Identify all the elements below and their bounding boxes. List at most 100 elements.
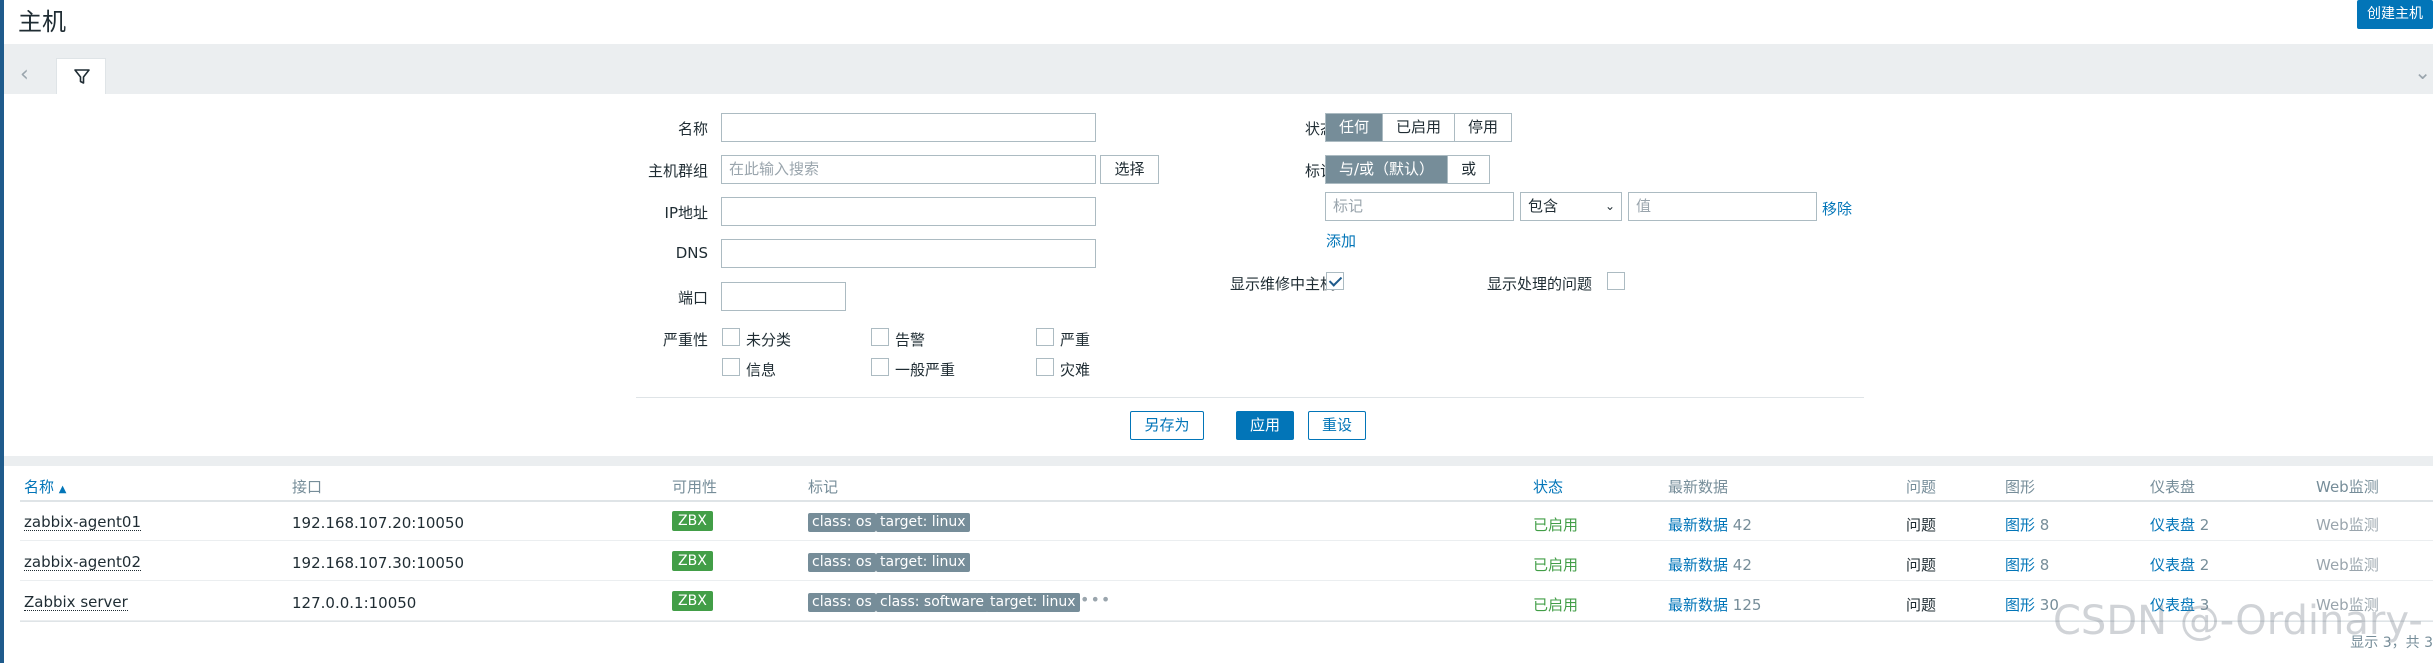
column-header-name[interactable]: 名称 ▲ — [24, 476, 67, 497]
latest-data-cell[interactable]: 最新数据 42 — [1668, 514, 1752, 535]
status-link[interactable]: 已启用 — [1533, 594, 1578, 615]
table-header: 名称 ▲ 接口 可用性 标记 状态 最新数据 问题 图形 仪表盘 Web监测 — [20, 466, 2433, 502]
chevron-down-icon: ⌄ — [1604, 199, 1615, 213]
host-name-link[interactable]: zabbix-agent02 — [24, 554, 141, 571]
tag-badge[interactable]: target: linux — [876, 553, 970, 572]
problems-link[interactable]: 问题 — [1906, 594, 1936, 615]
status-label: 状态 — [1304, 120, 1335, 138]
show-maintenance-label: 显示维修中主机 — [1229, 275, 1335, 293]
severity-checkbox-warning[interactable] — [871, 328, 889, 346]
column-header-dashboards: 仪表盘 — [2150, 478, 2196, 496]
host-interface: 192.168.107.20:10050 — [292, 514, 465, 532]
status-segmented: 任何 已启用 停用 — [1325, 113, 1513, 142]
severity-label-disaster: 灾难 — [1060, 361, 1091, 379]
severity-checkbox-high[interactable] — [1036, 328, 1054, 346]
column-header-graphs: 图形 — [2005, 478, 2036, 496]
save-as-button[interactable]: 另存为 — [1130, 411, 1204, 440]
remove-tag-link[interactable]: 移除 — [1822, 198, 1852, 219]
port-label: 端口 — [677, 289, 708, 307]
status-link[interactable]: 已启用 — [1533, 514, 1578, 535]
apply-button[interactable]: 应用 — [1236, 411, 1294, 440]
host-interface: 127.0.0.1:10050 — [292, 594, 417, 612]
severity-checkbox-not-classified[interactable] — [722, 328, 740, 346]
column-header-latest-data: 最新数据 — [1668, 478, 1729, 496]
show-maintenance-checkbox[interactable] — [1326, 272, 1344, 290]
chevron-left-icon[interactable]: ‹ — [20, 62, 29, 87]
select-groups-button[interactable]: 选择 — [1100, 155, 1159, 184]
tag-badge[interactable]: target: linux — [986, 593, 1080, 612]
availability-badge[interactable]: ZBX — [672, 511, 713, 531]
tag-badge[interactable]: class: os — [808, 593, 876, 612]
section-gap — [4, 456, 2433, 466]
tag-mode-or[interactable]: 或 — [1447, 156, 1490, 183]
status-option-disabled[interactable]: 停用 — [1454, 114, 1512, 141]
tag-badge[interactable]: class: os — [808, 553, 876, 572]
more-tags-icon[interactable]: ••• — [1080, 590, 1111, 609]
severity-checkbox-disaster[interactable] — [1036, 358, 1054, 376]
page-header: 主机 创建主机 — [4, 0, 2433, 41]
show-suppressed-label: 显示处理的问题 — [1486, 275, 1592, 293]
tag-mode-segmented: 与/或（默认） 或 — [1325, 155, 1491, 184]
severity-label-not-classified: 未分类 — [746, 331, 792, 349]
status-option-any[interactable]: 任何 — [1326, 114, 1383, 141]
problems-link[interactable]: 问题 — [1906, 514, 1936, 535]
web-monitoring-cell: Web监测 — [2316, 556, 2379, 574]
name-input[interactable] — [721, 113, 1096, 142]
column-header-status[interactable]: 状态 — [1533, 476, 1563, 497]
page-title: 主机 — [18, 8, 66, 36]
graphs-cell[interactable]: 图形 8 — [2005, 514, 2049, 535]
tag-mode-and-or[interactable]: 与/或（默认） — [1326, 156, 1448, 183]
tag-operator-select[interactable]: 包含 ⌄ — [1520, 192, 1622, 221]
dashboards-cell[interactable]: 仪表盘 2 — [2150, 554, 2209, 575]
tag-operator-value: 包含 — [1528, 197, 1559, 215]
tag-value-input[interactable]: 值 — [1628, 192, 1817, 221]
dashboards-cell[interactable]: 仪表盘 2 — [2150, 514, 2209, 535]
host-interface: 192.168.107.30:10050 — [292, 554, 465, 572]
availability-badge[interactable]: ZBX — [672, 591, 713, 611]
filter-tab-bar — [4, 44, 2433, 94]
graphs-cell[interactable]: 图形 8 — [2005, 554, 2049, 575]
filter-tab[interactable] — [56, 58, 106, 94]
latest-data-cell[interactable]: 最新数据 42 — [1668, 554, 1752, 575]
sort-asc-icon: ▲ — [58, 484, 67, 495]
host-name-link[interactable]: Zabbix server — [24, 594, 128, 611]
severity-label: 严重性 — [662, 331, 708, 349]
latest-data-cell[interactable]: 最新数据 125 — [1668, 594, 1761, 615]
port-input[interactable] — [721, 282, 846, 311]
web-monitoring-cell: Web监测 — [2316, 516, 2379, 534]
status-link[interactable]: 已启用 — [1533, 554, 1578, 575]
problems-link[interactable]: 问题 — [1906, 554, 1936, 575]
tag-name-input[interactable]: 标记 — [1325, 192, 1514, 221]
graphs-cell[interactable]: 图形 30 — [2005, 594, 2059, 615]
tag-badge[interactable]: class: os — [808, 513, 876, 532]
severity-label-high: 严重 — [1060, 331, 1091, 349]
column-header-problems: 问题 — [1906, 478, 1937, 496]
status-option-enabled[interactable]: 已启用 — [1382, 114, 1455, 141]
filter-divider — [636, 397, 1864, 398]
funnel-icon — [74, 69, 90, 84]
chevron-down-icon[interactable]: ⌄ — [2414, 60, 2431, 84]
reset-button[interactable]: 重设 — [1308, 411, 1366, 440]
show-suppressed-checkbox[interactable] — [1607, 272, 1625, 290]
severity-label-warning: 告警 — [895, 331, 926, 349]
table-row: zabbix-agent01 192.168.107.20:10050 ZBX … — [20, 502, 2433, 541]
left-nav-edge — [0, 0, 4, 663]
host-name-link[interactable]: zabbix-agent01 — [24, 514, 141, 531]
column-header-tags: 标记 — [808, 478, 839, 496]
ip-input[interactable] — [721, 197, 1096, 226]
availability-badge[interactable]: ZBX — [672, 551, 713, 571]
dns-input[interactable] — [721, 239, 1096, 268]
name-label: 名称 — [677, 120, 708, 138]
column-header-interface: 接口 — [292, 478, 323, 496]
severity-checkbox-information[interactable] — [722, 358, 740, 376]
tag-badge[interactable]: target: linux — [876, 513, 970, 532]
dns-label: DNS — [675, 244, 708, 262]
severity-checkbox-average[interactable] — [871, 358, 889, 376]
host-groups-input[interactable]: 在此输入搜索 — [721, 155, 1096, 184]
severity-label-average: 一般严重 — [895, 361, 956, 379]
tag-badge[interactable]: class: software — [876, 593, 989, 612]
watermark: CSDN @-Ordinary- — [2053, 598, 2423, 644]
tags-label: 标记 — [1304, 162, 1335, 180]
create-host-button[interactable]: 创建主机 — [2357, 0, 2433, 29]
add-tag-link[interactable]: 添加 — [1326, 230, 1356, 251]
